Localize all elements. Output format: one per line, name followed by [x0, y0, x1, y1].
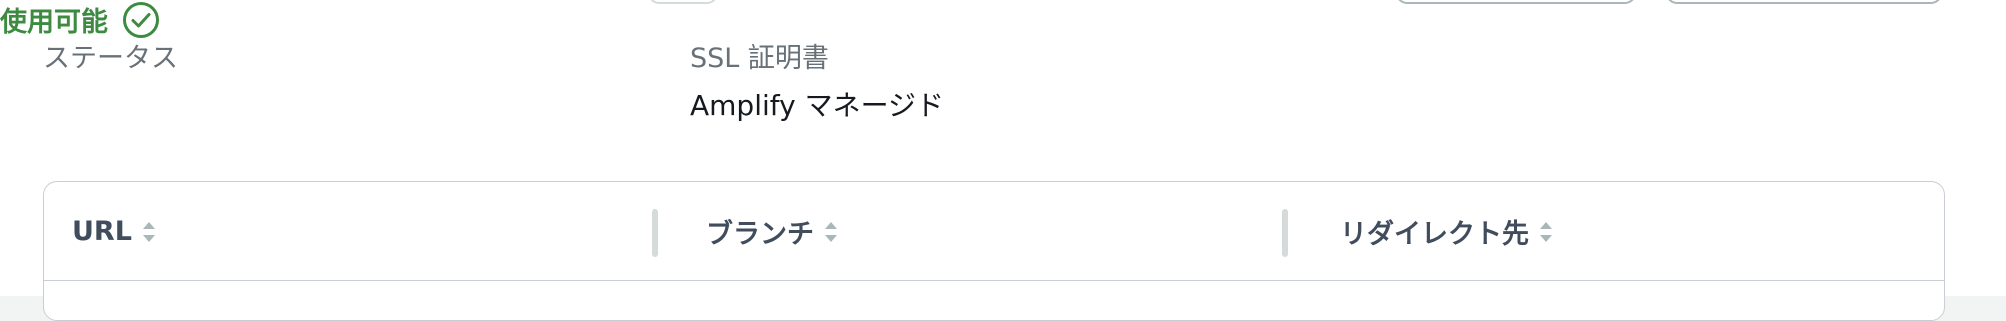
domain-details-panel: ステータス 使用可能 SSL 証明書 Amplify マネージド URL ブラン… [0, 0, 2006, 321]
column-header-redirect[interactable]: リダイレクト先 [1340, 182, 1553, 281]
status-value: 使用可能 [0, 0, 2006, 39]
status-label: ステータス [43, 43, 178, 74]
check-circle-icon [123, 1, 159, 38]
column-header-redirect-label: リダイレクト先 [1340, 219, 1529, 250]
ssl-certificate-label: SSL 証明書 [690, 43, 829, 74]
column-resizer[interactable] [652, 209, 658, 257]
status-text: 使用可能 [0, 7, 108, 38]
column-resizer[interactable] [1282, 209, 1288, 257]
column-header-branch[interactable]: ブランチ [706, 182, 838, 281]
sort-icon[interactable] [142, 220, 156, 244]
domain-table: URL ブランチ リダイレクト先 [43, 181, 1945, 321]
action-button-2[interactable] [1666, 0, 1942, 4]
column-header-url-label: URL [72, 216, 132, 247]
column-header-branch-label: ブランチ [706, 219, 814, 250]
ssl-certificate-value: Amplify マネージド [690, 89, 945, 122]
action-button-1[interactable] [1396, 0, 1636, 4]
table-header: URL ブランチ リダイレクト先 [44, 182, 1944, 281]
column-header-url[interactable]: URL [72, 182, 156, 281]
partial-button[interactable] [648, 0, 718, 4]
sort-icon[interactable] [824, 220, 838, 244]
sort-icon[interactable] [1539, 220, 1553, 244]
